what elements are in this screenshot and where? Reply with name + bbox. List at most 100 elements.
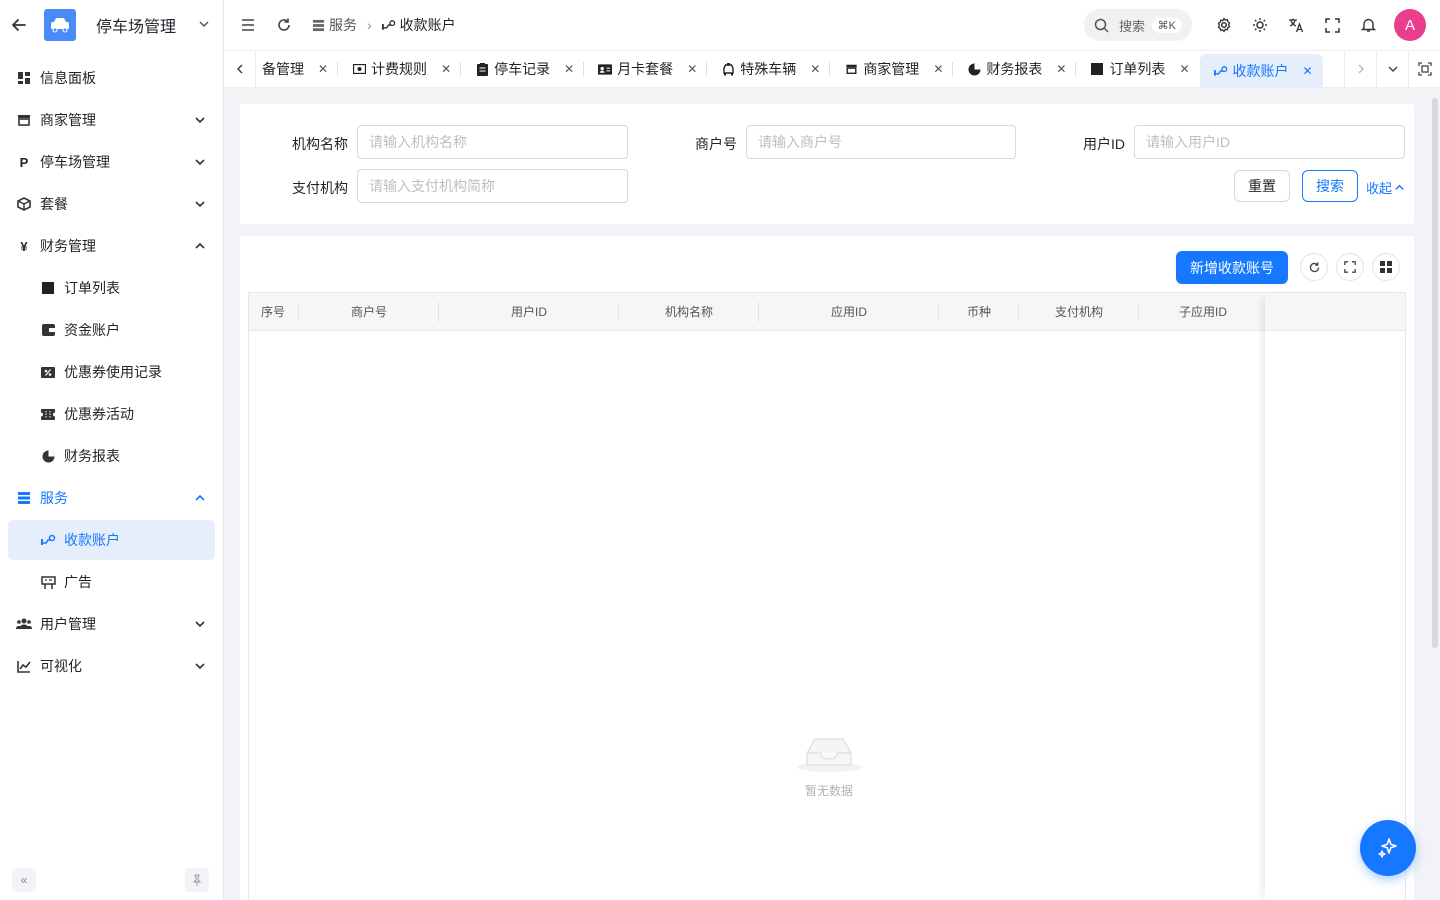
empty-text: 暂无数据 (804, 784, 853, 798)
refresh-icon[interactable] (274, 15, 294, 35)
sidebar-item-ads[interactable]: 广告 (8, 562, 215, 602)
column-header: 应用ID (759, 293, 939, 331)
sidebar-item-finance-report[interactable]: 财务报表 (8, 436, 215, 476)
search-icon (1094, 18, 1109, 33)
chevron-right-icon: › (367, 17, 372, 33)
tab-payment-account[interactable]: 收款账户 ✕ (1199, 54, 1323, 88)
sidebar-item-dashboard[interactable]: 信息面板 (8, 58, 215, 98)
square-icon (40, 280, 56, 296)
close-icon[interactable]: ✕ (1179, 62, 1189, 76)
parking-icon: P (19, 154, 29, 170)
sidebar-item-finance[interactable]: ¥ 财务管理 (8, 226, 215, 266)
collapse-link[interactable]: 收起 (1366, 178, 1405, 197)
chart-icon (16, 658, 32, 674)
tab-dropdown-icon[interactable] (1376, 50, 1408, 88)
user-avatar[interactable]: A (1394, 9, 1426, 41)
sidebar-item-label: 服务 (40, 490, 68, 506)
sidebar-item-payment-account[interactable]: 收款账户 (8, 520, 215, 560)
empty-state: 暂无数据 (797, 733, 861, 799)
sidebar-item-coupon-activity[interactable]: 优惠券活动 (8, 394, 215, 434)
data-table: 序号 商户号 用户ID 机构名称 应用ID 币种 支付机构 子应用ID 暂无数据 (248, 292, 1406, 900)
sidebar-item-users[interactable]: 用户管理 (8, 604, 215, 644)
sidebar-item-label: 订单列表 (64, 280, 120, 296)
sidebar-item-label: 信息面板 (40, 70, 96, 86)
add-payment-account-button[interactable]: 新增收款账号 (1176, 251, 1288, 284)
close-icon[interactable]: ✕ (810, 62, 820, 76)
page-scrollbar[interactable] (1432, 98, 1438, 648)
close-icon[interactable]: ✕ (933, 62, 943, 76)
sidebar-item-label: 财务管理 (40, 238, 96, 254)
sidebar-item-fund-account[interactable]: 资金账户 (8, 310, 215, 350)
column-header: 支付机构 (1019, 293, 1139, 331)
table-fullscreen-icon[interactable] (1336, 253, 1364, 281)
tab-monthly-card[interactable]: 月卡套餐 ✕ (584, 50, 708, 88)
sidebar-item-orders[interactable]: 订单列表 (8, 268, 215, 308)
org-name-input[interactable]: 请输入机构名称 (357, 125, 628, 159)
back-arrow-icon[interactable] (10, 16, 28, 34)
sidebar-item-label: 可视化 (40, 658, 82, 674)
bell-icon[interactable] (1358, 15, 1378, 35)
sidebar-item-parking[interactable]: P 停车场管理 (8, 142, 215, 182)
pin-icon[interactable] (185, 868, 209, 892)
pie-icon (967, 62, 981, 76)
ai-assistant-button[interactable] (1360, 820, 1416, 876)
tab-scroll-left-icon[interactable] (224, 50, 256, 88)
tab-finance-report[interactable]: 财务报表 ✕ (953, 50, 1077, 88)
users-icon (16, 616, 32, 632)
sidebar-item-label: 套餐 (40, 196, 68, 212)
sidebar-item-package[interactable]: 套餐 (8, 184, 215, 224)
menu-toggle-icon[interactable] (238, 15, 258, 35)
chevron-down-icon (193, 617, 207, 631)
table-refresh-icon[interactable] (1300, 253, 1328, 281)
close-icon[interactable]: ✕ (564, 62, 574, 76)
tab-label: 备管理 (262, 61, 304, 77)
tab-merchant-management[interactable]: 商家管理 ✕ (830, 50, 954, 88)
breadcrumb-item[interactable]: 服务 (329, 15, 357, 35)
sidebar-item-service[interactable]: 服务 (8, 478, 215, 518)
sidebar-item-merchants[interactable]: 商家管理 (8, 100, 215, 140)
tab-maximize-icon[interactable] (1408, 50, 1440, 88)
tab-parking-records[interactable]: 停车记录 ✕ (461, 50, 585, 88)
payment-icon (1213, 64, 1228, 78)
empty-inbox-icon (797, 733, 861, 776)
sidebar-item-visualization[interactable]: 可视化 (8, 646, 215, 686)
theme-sun-icon[interactable] (1250, 15, 1270, 35)
sidebar-item-coupon-records[interactable]: 优惠券使用记录 (8, 352, 215, 392)
tab-label: 计费规则 (371, 61, 428, 77)
tab-billing-rules[interactable]: 计费规则 ✕ (338, 50, 462, 88)
reset-button[interactable]: 重置 (1234, 170, 1290, 202)
column-settings-icon[interactable] (1372, 253, 1400, 281)
tab-order-list[interactable]: 订单列表 ✕ (1076, 50, 1199, 88)
tab-scroll-right-icon[interactable] (1344, 50, 1376, 88)
payment-icon (40, 532, 56, 548)
translate-icon[interactable] (1286, 15, 1306, 35)
app-title: 停车场管理 (96, 19, 177, 36)
user-id-input[interactable]: 请输入用户ID (1134, 125, 1405, 159)
pay-org-input[interactable]: 请输入支付机构简称 (357, 169, 628, 203)
tab-label: 商家管理 (863, 61, 920, 77)
close-icon[interactable]: ✕ (318, 62, 328, 76)
column-header: 商户号 (299, 293, 439, 331)
clipboard-icon (475, 62, 489, 76)
tab-device-management[interactable]: 备管理 ✕ (256, 50, 339, 88)
merchant-no-input[interactable]: 请输入商户号 (746, 125, 1016, 159)
chevron-down-icon[interactable] (197, 17, 211, 34)
tab-list: 备管理 ✕ 计费规则 ✕ 停车记录 ✕ 月卡套餐 ✕ 特殊车辆 ✕ 商家管理 ✕ (256, 50, 1340, 88)
breadcrumb-current: 收款账户 (399, 17, 456, 33)
close-icon[interactable]: ✕ (687, 62, 697, 76)
global-search[interactable]: 搜索 ⌘K (1084, 9, 1192, 41)
search-button[interactable]: 搜索 (1302, 170, 1358, 202)
tab-special-vehicles[interactable]: 特殊车辆 ✕ (707, 50, 831, 88)
fullscreen-icon[interactable] (1322, 15, 1342, 35)
column-header: 子应用ID (1139, 293, 1267, 331)
close-icon[interactable]: ✕ (1056, 62, 1066, 76)
close-icon[interactable]: ✕ (1303, 64, 1313, 78)
collapse-sidebar-icon[interactable]: « (12, 868, 36, 892)
sidebar: 停车场管理 信息面板 商家管理 P 停车场管理 套餐 ¥ 财务管理 订单列表 资… (0, 0, 224, 900)
sparkle-icon (1376, 836, 1400, 860)
payment-icon (381, 19, 396, 31)
settings-icon[interactable] (1214, 15, 1234, 35)
tab-label: 月卡套餐 (617, 61, 674, 77)
sidebar-item-label: 用户管理 (40, 616, 96, 632)
close-icon[interactable]: ✕ (441, 62, 451, 76)
